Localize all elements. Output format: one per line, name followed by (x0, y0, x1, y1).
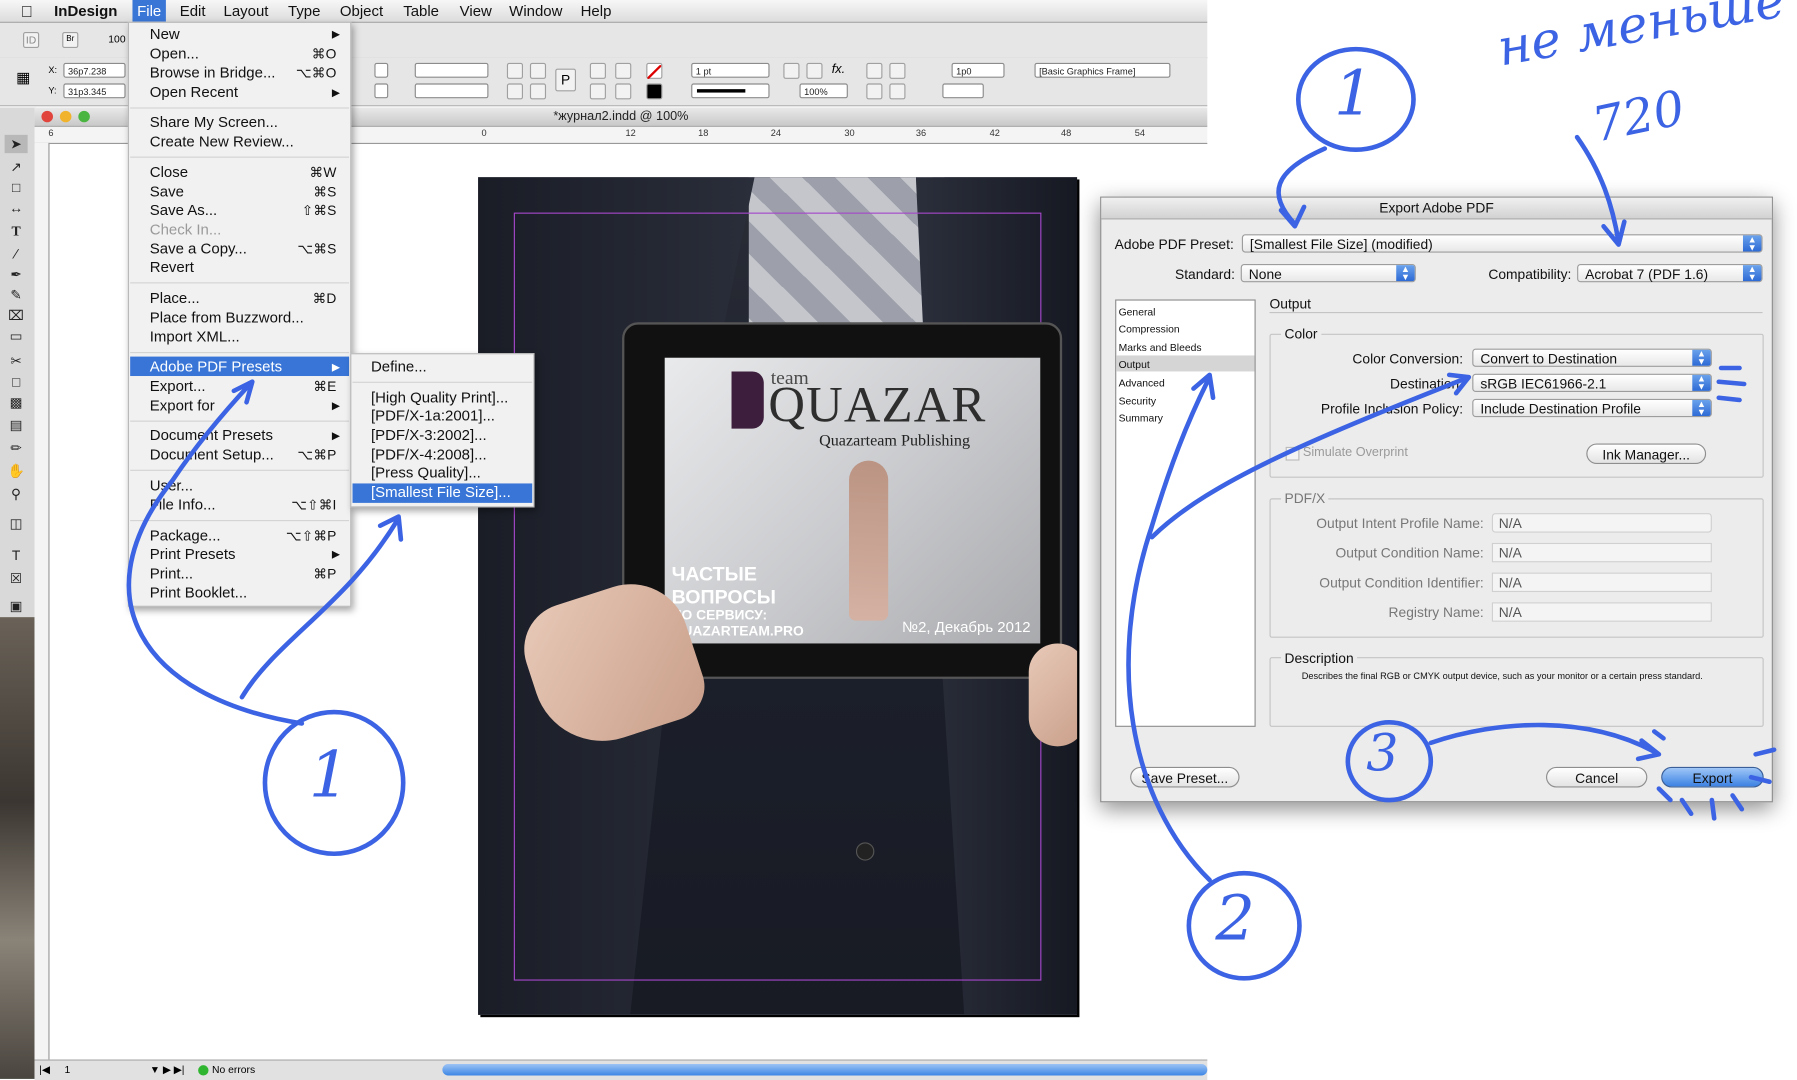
annotation-arrow-to-export (1428, 722, 1662, 762)
annotation-arrow-to-output (1126, 372, 1216, 883)
annotation-arrow-to-compat (1574, 134, 1627, 247)
annotation-dash-marks (1716, 365, 1747, 403)
annotation-arrow-to-smallest (239, 514, 404, 700)
annotation-digit-1-bottom: 1 (308, 738, 350, 813)
annotation-arrow-to-preset (1276, 146, 1328, 229)
annotation-digit-1-top: 1 (1334, 57, 1374, 130)
annotation-digit-2: 2 (1215, 882, 1255, 955)
annotation-digit-3: 3 (1366, 724, 1399, 783)
annotation-overlay (126, 46, 1777, 981)
annotation-arrow-to-presets-menu (126, 379, 305, 726)
annotation-burst-marks (1651, 729, 1777, 821)
